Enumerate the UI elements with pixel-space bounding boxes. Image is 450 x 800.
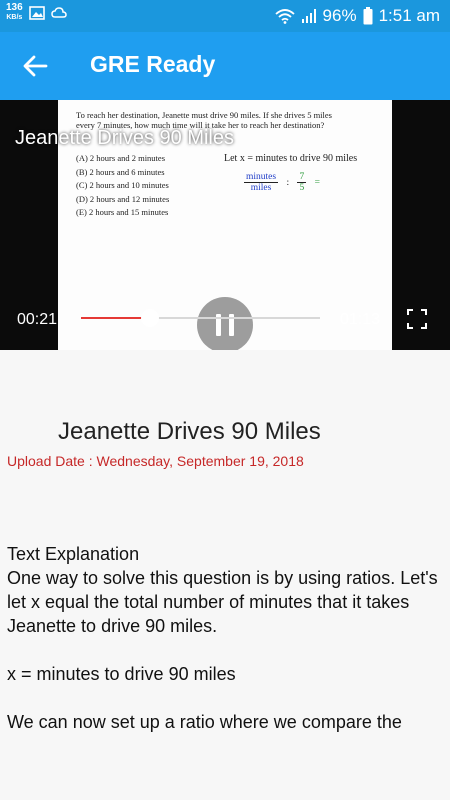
cloud-sync-icon	[50, 7, 67, 18]
text-explanation: Text Explanation One way to solve this q…	[7, 542, 445, 738]
network-speed: 136 KB/s	[6, 3, 23, 23]
network-speed-value: 136	[6, 2, 23, 13]
signal-icon	[301, 9, 316, 23]
explanation-paragraph-1: One way to solve this question is by usi…	[7, 568, 438, 636]
slide-ratio-colon: :	[286, 177, 290, 188]
slide-choice-b: (B) 2 hours and 6 minutes	[76, 166, 165, 177]
slide-ratio: minutes miles : 7 5 =	[244, 172, 326, 193]
explanation-paragraph-3: We can now set up a ratio where we compa…	[7, 712, 402, 738]
explanation-heading: Text Explanation	[7, 544, 140, 564]
slide-ratio-value-den: 5	[299, 183, 305, 193]
battery-icon	[363, 7, 373, 25]
video-player[interactable]: To reach her destination, Jeanette must …	[0, 100, 450, 350]
total-duration: 01:13	[340, 311, 381, 328]
slide-ratio-equals: =	[314, 177, 320, 188]
slide-choice-a: (A) 2 hours and 2 minutes	[76, 153, 166, 163]
wifi-icon	[274, 9, 295, 24]
video-overlay-title: Jeanette Drives 90 Miles	[15, 127, 234, 149]
status-right: 96% 1:51 am	[274, 6, 440, 26]
explanation-paragraph-2: x = minutes to drive 90 miles	[7, 664, 236, 684]
slide-question-line1: To reach her destination, Jeanette must …	[76, 110, 332, 120]
status-left: 136 KB/s	[6, 3, 67, 23]
content-title: Jeanette Drives 90 Miles	[58, 418, 321, 445]
status-bar: 136 KB/s 96% 1:51 am	[0, 0, 450, 32]
pause-button[interactable]	[197, 297, 253, 350]
slide-ratio-units-den: miles	[250, 183, 272, 193]
seek-bar[interactable]	[81, 309, 320, 327]
image-icon	[28, 6, 45, 20]
slide-ratio-units: minutes miles	[244, 172, 279, 193]
slide-choices: (A) 2 hours and 2 minutes (B) 2 hours an…	[76, 152, 169, 220]
elapsed-time: 00:21	[17, 311, 58, 328]
slide-ratio-units-num: minutes	[244, 172, 279, 183]
slide-ratio-value-num: 7	[297, 172, 307, 183]
seek-bar-progress	[81, 317, 151, 319]
network-speed-unit: KB/s	[6, 14, 23, 21]
battery-percent: 96%	[322, 6, 357, 25]
slide-ratio-value: 7 5	[297, 172, 307, 193]
clock: 1:51 am	[378, 6, 440, 25]
upload-date: Upload Date : Wednesday, September 19, 2…	[7, 453, 304, 469]
slide-choice-d: (D) 2 hours and 12 minutes	[76, 193, 170, 204]
slide-let-x: Let x = minutes to drive 90 miles	[224, 153, 358, 164]
app-bar: GRE Ready	[0, 32, 450, 100]
fullscreen-icon[interactable]	[407, 309, 427, 329]
back-arrow-icon[interactable]	[22, 53, 48, 79]
app-title: GRE Ready	[90, 51, 216, 77]
slide-choice-c: (C) 2 hours and 10 minutes	[76, 180, 169, 190]
slide-choice-e: (E) 2 hours and 15 minutes	[76, 207, 169, 217]
